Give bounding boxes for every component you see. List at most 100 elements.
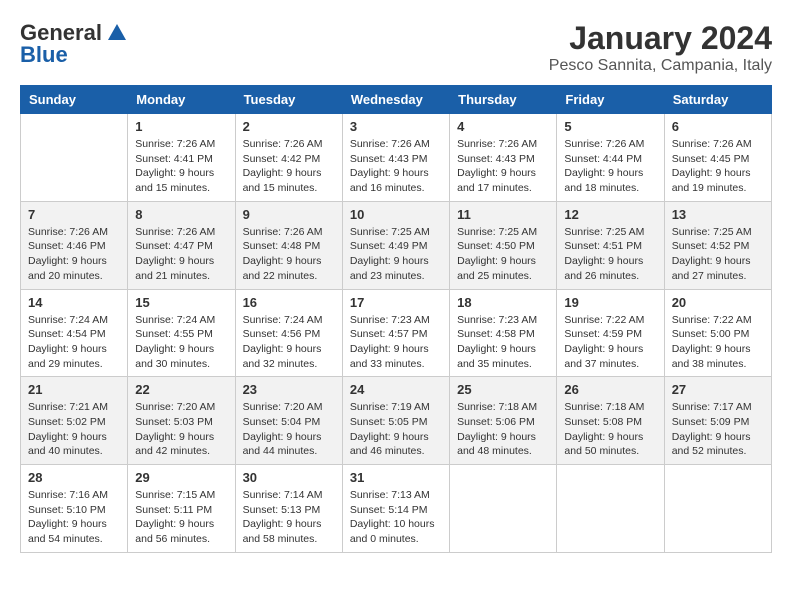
col-thursday: Thursday: [450, 86, 557, 114]
table-row: 18 Sunrise: 7:23 AMSunset: 4:58 PMDayligh…: [450, 289, 557, 377]
day-info: Sunrise: 7:16 AMSunset: 5:10 PMDaylight:…: [28, 488, 120, 547]
day-number: 26: [564, 382, 656, 397]
day-info: Sunrise: 7:26 AMSunset: 4:45 PMDaylight:…: [672, 137, 764, 196]
calendar-week-row: 21Sunrise: 7:21 AMSunset: 5:02 PMDayligh…: [21, 377, 772, 465]
location-title: Pesco Sannita, Campania, Italy: [549, 57, 772, 75]
day-info: Sunrise: 7:26 AMSunset: 4:42 PMDaylight:…: [243, 137, 335, 196]
table-row: 25 Sunrise: 7:18 AMSunset: 5:06 PMDayligh…: [450, 377, 557, 465]
calendar-week-row: 28 Sunrise: 7:16 AMSunset: 5:10 PMDayligh…: [21, 465, 772, 553]
day-number: 8: [135, 207, 227, 222]
day-number: 10: [350, 207, 442, 222]
day-info: Sunrise: 7:26 AMSunset: 4:43 PMDaylight:…: [457, 137, 549, 196]
table-row: 23Sunrise: 7:20 AMSunset: 5:04 PMDayligh…: [235, 377, 342, 465]
day-number: 29: [135, 470, 227, 485]
col-monday: Monday: [128, 86, 235, 114]
table-row: [664, 465, 771, 553]
day-info: Sunrise: 7:23 AMSunset: 4:58 PMDaylight:…: [457, 313, 549, 372]
day-info: Sunrise: 7:22 AMSunset: 5:00 PMDaylight:…: [672, 313, 764, 372]
calendar-week-row: 1 Sunrise: 7:26 AMSunset: 4:41 PMDaylight…: [21, 114, 772, 202]
page-header: General Blue January 2024 Pesco Sannita,…: [20, 20, 772, 75]
day-info: Sunrise: 7:24 AMSunset: 4:55 PMDaylight:…: [135, 313, 227, 372]
day-info: Sunrise: 7:26 AMSunset: 4:43 PMDaylight:…: [350, 137, 442, 196]
day-number: 13: [672, 207, 764, 222]
table-row: [450, 465, 557, 553]
table-row: 13 Sunrise: 7:25 AMSunset: 4:52 PMDayligh…: [664, 201, 771, 289]
table-row: 31 Sunrise: 7:13 AMSunset: 5:14 PMDayligh…: [342, 465, 449, 553]
day-info: Sunrise: 7:26 AMSunset: 4:46 PMDaylight:…: [28, 225, 120, 284]
table-row: 10 Sunrise: 7:25 AMSunset: 4:49 PMDayligh…: [342, 201, 449, 289]
day-number: 19: [564, 295, 656, 310]
table-row: 21Sunrise: 7:21 AMSunset: 5:02 PMDayligh…: [21, 377, 128, 465]
table-row: 24 Sunrise: 7:19 AMSunset: 5:05 PMDayligh…: [342, 377, 449, 465]
table-row: 29 Sunrise: 7:15 AMSunset: 5:11 PMDayligh…: [128, 465, 235, 553]
day-info: Sunrise: 7:13 AMSunset: 5:14 PMDaylight:…: [350, 488, 442, 547]
calendar-week-row: 14Sunrise: 7:24 AMSunset: 4:54 PMDayligh…: [21, 289, 772, 377]
calendar-header-row: Sunday Monday Tuesday Wednesday Thursday…: [21, 86, 772, 114]
table-row: 22 Sunrise: 7:20 AMSunset: 5:03 PMDayligh…: [128, 377, 235, 465]
day-number: 21: [28, 382, 120, 397]
day-number: 9: [243, 207, 335, 222]
day-info: Sunrise: 7:15 AMSunset: 5:11 PMDaylight:…: [135, 488, 227, 547]
day-number: 24: [350, 382, 442, 397]
calendar-week-row: 7 Sunrise: 7:26 AMSunset: 4:46 PMDaylight…: [21, 201, 772, 289]
col-wednesday: Wednesday: [342, 86, 449, 114]
day-number: 3: [350, 119, 442, 134]
day-number: 18: [457, 295, 549, 310]
day-number: 11: [457, 207, 549, 222]
table-row: 15 Sunrise: 7:24 AMSunset: 4:55 PMDayligh…: [128, 289, 235, 377]
day-number: 25: [457, 382, 549, 397]
day-info: Sunrise: 7:26 AMSunset: 4:41 PMDaylight:…: [135, 137, 227, 196]
day-info: Sunrise: 7:18 AMSunset: 5:08 PMDaylight:…: [564, 400, 656, 459]
day-info: Sunrise: 7:20 AMSunset: 5:03 PMDaylight:…: [135, 400, 227, 459]
day-number: 22: [135, 382, 227, 397]
table-row: 4 Sunrise: 7:26 AMSunset: 4:43 PMDaylight…: [450, 114, 557, 202]
table-row: 26 Sunrise: 7:18 AMSunset: 5:08 PMDayligh…: [557, 377, 664, 465]
day-number: 31: [350, 470, 442, 485]
day-number: 14: [28, 295, 120, 310]
col-friday: Friday: [557, 86, 664, 114]
table-row: 17 Sunrise: 7:23 AMSunset: 4:57 PMDayligh…: [342, 289, 449, 377]
day-number: 5: [564, 119, 656, 134]
table-row: 28 Sunrise: 7:16 AMSunset: 5:10 PMDayligh…: [21, 465, 128, 553]
day-number: 6: [672, 119, 764, 134]
table-row: 16Sunrise: 7:24 AMSunset: 4:56 PMDayligh…: [235, 289, 342, 377]
day-number: 20: [672, 295, 764, 310]
day-number: 12: [564, 207, 656, 222]
day-info: Sunrise: 7:20 AMSunset: 5:04 PMDaylight:…: [243, 400, 335, 459]
table-row: 27Sunrise: 7:17 AMSunset: 5:09 PMDayligh…: [664, 377, 771, 465]
day-info: Sunrise: 7:25 AMSunset: 4:52 PMDaylight:…: [672, 225, 764, 284]
day-info: Sunrise: 7:25 AMSunset: 4:49 PMDaylight:…: [350, 225, 442, 284]
logo-icon: [106, 22, 128, 44]
day-number: 2: [243, 119, 335, 134]
col-saturday: Saturday: [664, 86, 771, 114]
table-row: [21, 114, 128, 202]
day-number: 17: [350, 295, 442, 310]
table-row: 6 Sunrise: 7:26 AMSunset: 4:45 PMDaylight…: [664, 114, 771, 202]
logo-blue-text: Blue: [20, 42, 68, 68]
day-info: Sunrise: 7:14 AMSunset: 5:13 PMDaylight:…: [243, 488, 335, 547]
day-info: Sunrise: 7:19 AMSunset: 5:05 PMDaylight:…: [350, 400, 442, 459]
day-number: 15: [135, 295, 227, 310]
day-info: Sunrise: 7:22 AMSunset: 4:59 PMDaylight:…: [564, 313, 656, 372]
day-number: 7: [28, 207, 120, 222]
table-row: 7 Sunrise: 7:26 AMSunset: 4:46 PMDaylight…: [21, 201, 128, 289]
table-row: 12 Sunrise: 7:25 AMSunset: 4:51 PMDayligh…: [557, 201, 664, 289]
day-number: 28: [28, 470, 120, 485]
day-info: Sunrise: 7:17 AMSunset: 5:09 PMDaylight:…: [672, 400, 764, 459]
day-number: 30: [243, 470, 335, 485]
day-number: 1: [135, 119, 227, 134]
col-tuesday: Tuesday: [235, 86, 342, 114]
day-info: Sunrise: 7:23 AMSunset: 4:57 PMDaylight:…: [350, 313, 442, 372]
logo: General Blue: [20, 20, 128, 68]
calendar-table: Sunday Monday Tuesday Wednesday Thursday…: [20, 85, 772, 553]
day-number: 4: [457, 119, 549, 134]
col-sunday: Sunday: [21, 86, 128, 114]
day-info: Sunrise: 7:18 AMSunset: 5:06 PMDaylight:…: [457, 400, 549, 459]
table-row: 9Sunrise: 7:26 AMSunset: 4:48 PMDaylight…: [235, 201, 342, 289]
table-row: 20 Sunrise: 7:22 AMSunset: 5:00 PMDayligh…: [664, 289, 771, 377]
day-info: Sunrise: 7:26 AMSunset: 4:47 PMDaylight:…: [135, 225, 227, 284]
table-row: 1 Sunrise: 7:26 AMSunset: 4:41 PMDaylight…: [128, 114, 235, 202]
day-number: 16: [243, 295, 335, 310]
day-info: Sunrise: 7:25 AMSunset: 4:51 PMDaylight:…: [564, 225, 656, 284]
table-row: 19 Sunrise: 7:22 AMSunset: 4:59 PMDayligh…: [557, 289, 664, 377]
